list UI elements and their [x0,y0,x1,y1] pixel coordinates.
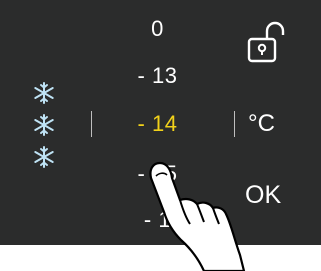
temperature-option[interactable]: 0 [120,17,195,41]
unit-label: °C [248,110,275,137]
temperature-option-selected[interactable]: - 14 [120,112,195,136]
temperature-option[interactable]: - 13 [120,64,195,88]
temperature-option[interactable]: - 15 [120,162,195,186]
temperature-option[interactable]: - 1 [120,208,195,232]
snowflake-icon [34,82,54,104]
selection-divider-right [234,111,235,137]
ok-button[interactable]: OK [245,181,281,209]
snowflake-icon [34,146,54,168]
snowflake-icon [34,114,54,136]
display-panel: 0 - 13 - 14 - 15 - 1 °C OK [0,0,321,245]
selection-divider-left [91,111,92,137]
unlocked-padlock-icon[interactable] [245,20,285,66]
